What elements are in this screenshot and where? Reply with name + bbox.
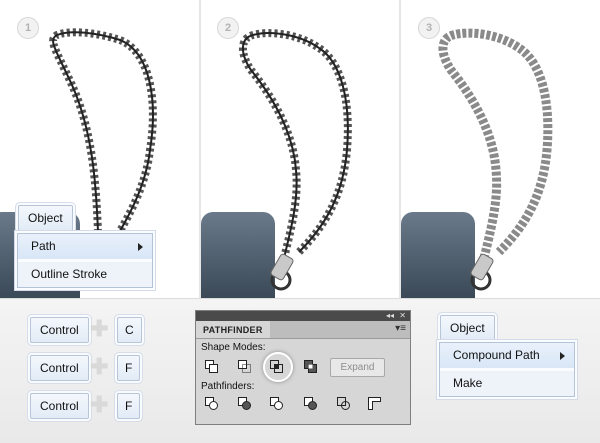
unite-icon[interactable] (205, 360, 218, 373)
key-f: F (117, 393, 141, 419)
crop-icon[interactable] (304, 397, 317, 410)
tab-pathfinder[interactable]: PATHFINDER (196, 321, 270, 338)
expand-button[interactable]: Expand (330, 358, 385, 377)
menu-item-label: Compound Path (453, 348, 540, 362)
pathfinders-label: Pathfinders: (201, 381, 255, 392)
plus-icon: ✚ (90, 392, 109, 417)
exclude-icon[interactable] (304, 360, 317, 373)
outline-icon[interactable] (337, 397, 350, 410)
step-badge-3: 3 (418, 17, 440, 39)
step-3-panel: 3 (401, 0, 600, 298)
step-badge-1: 1 (17, 17, 39, 39)
menu-item-label: Make (453, 376, 483, 390)
shape-modes-label: Shape Modes: (201, 342, 266, 353)
trim-icon[interactable] (238, 397, 251, 410)
object-menu-button[interactable]: Object (440, 315, 495, 341)
panel-menu-icon[interactable]: ▾≡ (395, 323, 406, 334)
object-submenu: Compound Path Make (439, 342, 575, 397)
object-submenu: Path Outline Stroke (17, 233, 153, 288)
menu-item-make[interactable]: Make (440, 371, 574, 396)
zipper-illustration-2 (201, 29, 352, 298)
zipper-illustration-3 (401, 28, 553, 298)
control-key: Control (30, 393, 89, 419)
intersect-icon[interactable] (270, 360, 283, 373)
menu-item-label: Path (31, 239, 56, 253)
object-menu-button[interactable]: Object (18, 205, 73, 231)
menu-item-compound-path[interactable]: Compound Path (440, 343, 574, 368)
menu-item-path[interactable]: Path (18, 234, 152, 259)
submenu-arrow-icon (138, 243, 143, 251)
key-c: C (117, 317, 142, 343)
minus-front-icon[interactable] (238, 360, 251, 373)
divide-icon[interactable] (205, 397, 218, 410)
menu-item-label: Outline Stroke (31, 267, 108, 281)
collapse-icon[interactable]: ◂◂ (386, 311, 394, 321)
step-2-panel: 2 (201, 0, 399, 298)
panel-titlebar[interactable]: ◂◂ ✕ (196, 311, 410, 321)
plus-icon: ✚ (90, 316, 109, 341)
merge-icon[interactable] (270, 397, 283, 410)
menu-item-outline-stroke[interactable]: Outline Stroke (18, 262, 152, 287)
plus-icon: ✚ (90, 354, 109, 379)
step-badge-2: 2 (217, 17, 239, 39)
close-icon[interactable]: ✕ (399, 311, 406, 321)
control-key: Control (30, 355, 89, 381)
key-f: F (117, 355, 141, 381)
submenu-arrow-icon (560, 352, 565, 360)
minus-back-icon[interactable] (368, 397, 381, 410)
control-key: Control (30, 317, 89, 343)
panel-tabs: PATHFINDER ▾≡ (196, 321, 410, 339)
